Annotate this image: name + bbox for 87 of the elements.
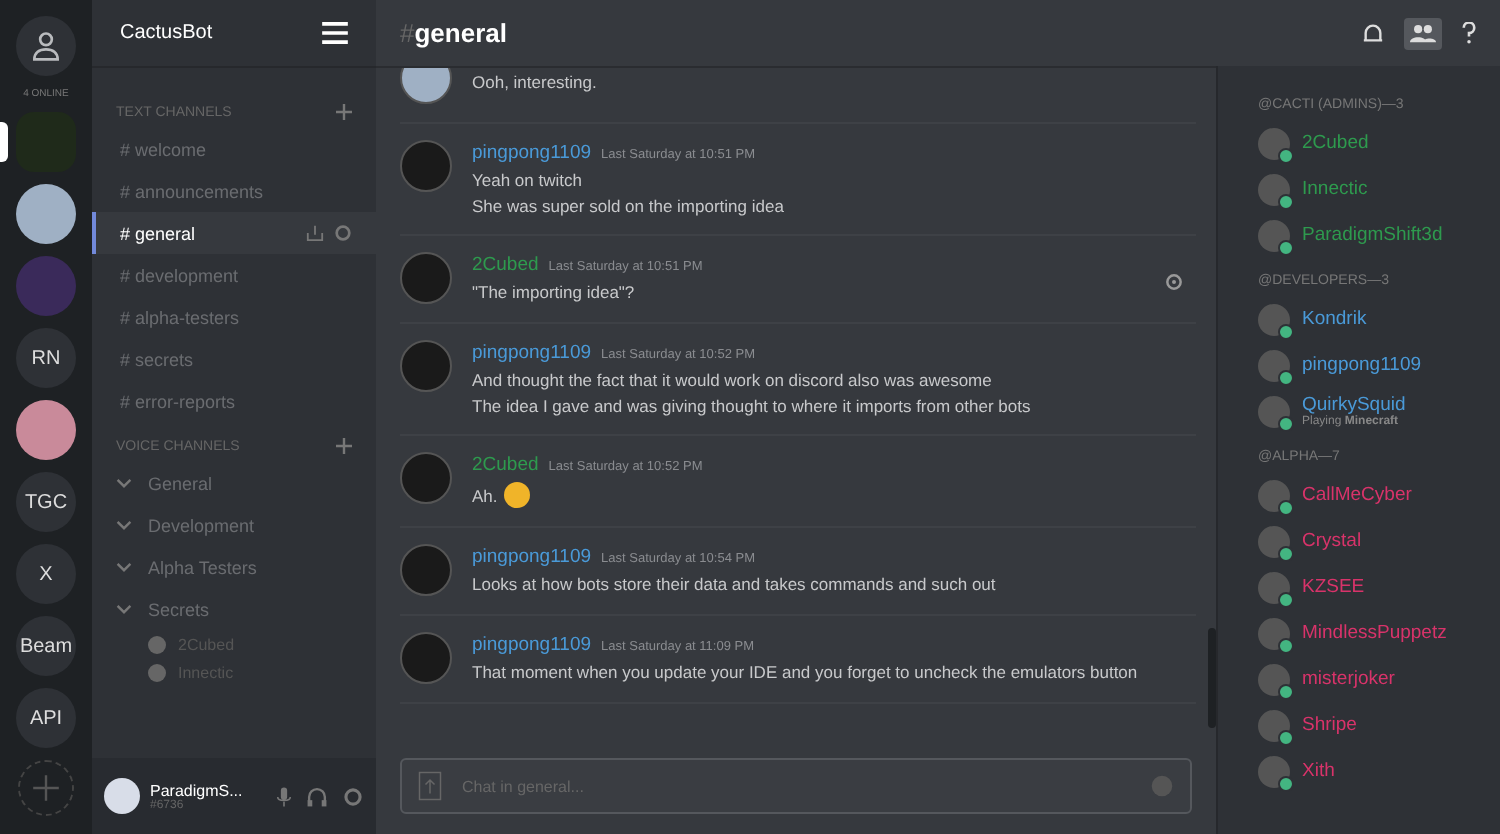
menu-icon[interactable] bbox=[322, 22, 348, 44]
chevron-icon bbox=[116, 562, 132, 572]
server-name: CactusBot bbox=[120, 22, 213, 44]
server-button[interactable]: Beam bbox=[16, 616, 76, 676]
avatar bbox=[104, 778, 140, 814]
add-server-button[interactable] bbox=[18, 760, 74, 816]
member-name[interactable]: MindlessPuppetz bbox=[1302, 622, 1447, 644]
member-name[interactable]: pingpong1109 bbox=[1302, 354, 1422, 376]
online-status-icon bbox=[1278, 415, 1294, 431]
channel-item[interactable]: # general bbox=[92, 212, 376, 254]
avatar bbox=[400, 340, 452, 392]
invite-icon[interactable] bbox=[306, 224, 324, 242]
plus-icon bbox=[30, 772, 62, 804]
avatar bbox=[400, 252, 452, 304]
channel-item[interactable]: # announcements bbox=[92, 170, 376, 212]
chevron-icon bbox=[116, 604, 132, 614]
online-status-icon bbox=[1278, 369, 1294, 385]
avatar bbox=[400, 544, 452, 596]
help-icon[interactable] bbox=[1462, 22, 1476, 44]
online-status-icon bbox=[1278, 545, 1294, 561]
member-name[interactable]: ParadigmShift3d bbox=[1302, 224, 1443, 246]
online-status-icon bbox=[1278, 239, 1294, 255]
avatar bbox=[400, 632, 452, 684]
avatar bbox=[400, 140, 452, 192]
headphones-icon[interactable] bbox=[306, 785, 328, 807]
author-name[interactable]: 2Cubed bbox=[472, 454, 539, 476]
online-status-icon bbox=[1278, 637, 1294, 653]
online-status-icon bbox=[1278, 591, 1294, 607]
message-text: Ah. bbox=[472, 485, 498, 505]
online-status-icon bbox=[1278, 729, 1294, 745]
message-text: Yeah on twitch bbox=[472, 170, 582, 190]
voice-channel[interactable]: Alpha Testers bbox=[92, 546, 376, 588]
upload-icon[interactable] bbox=[418, 770, 442, 802]
member-name[interactable]: misterjoker bbox=[1302, 668, 1395, 690]
online-status-icon bbox=[1278, 775, 1294, 791]
server-icon[interactable] bbox=[16, 400, 76, 460]
bell-icon[interactable] bbox=[1362, 22, 1384, 44]
server-icon[interactable] bbox=[16, 184, 76, 244]
message-text: The idea I gave and was giving thought to where it imports from other bots bbox=[472, 396, 1031, 416]
message-text: Ooh, interesting. bbox=[472, 72, 597, 92]
chevron-icon bbox=[116, 478, 132, 488]
message-text: "The importing idea"? bbox=[472, 282, 635, 302]
online-status-icon bbox=[1278, 147, 1294, 163]
member-name[interactable]: CallMeCyber bbox=[1302, 484, 1412, 506]
author-name[interactable]: 2Cubed bbox=[472, 254, 539, 276]
online-status-icon bbox=[1278, 683, 1294, 699]
plus-icon[interactable] bbox=[336, 104, 352, 120]
member-name[interactable]: Shripe bbox=[1302, 714, 1357, 736]
member-name[interactable]: KZSEE bbox=[1302, 576, 1365, 598]
user-name: ParadigmS... bbox=[150, 781, 245, 799]
server-button[interactable]: X bbox=[16, 544, 76, 604]
plus-icon[interactable] bbox=[336, 438, 352, 454]
channel-item[interactable]: # welcome bbox=[92, 128, 376, 170]
author-name[interactable]: pingpong1109 bbox=[472, 546, 592, 568]
member-name[interactable]: Crystal bbox=[1302, 530, 1362, 552]
voice-channel[interactable]: Development bbox=[92, 504, 376, 546]
message-text: She was super sold on the importing idea bbox=[472, 196, 784, 216]
member-name[interactable]: Innectic bbox=[1302, 178, 1368, 200]
online-status-icon bbox=[1278, 499, 1294, 515]
author-name[interactable]: pingpong1109 bbox=[472, 342, 592, 364]
message-text: That moment when you update your IDE and you forget to uncheck the emulators button bbox=[472, 662, 1138, 682]
channel-item[interactable]: # alpha-testers bbox=[92, 296, 376, 338]
member-list-button[interactable] bbox=[1404, 17, 1442, 49]
author-name[interactable]: pingpong1109 bbox=[472, 634, 592, 656]
chevron-icon bbox=[116, 520, 132, 530]
member-name[interactable]: Xith bbox=[1302, 760, 1335, 782]
member-name[interactable]: 2Cubed bbox=[1302, 132, 1369, 154]
voice-channel[interactable]: Secrets bbox=[92, 588, 376, 630]
message-text: Looks at how bots store their data and takes commands and such out bbox=[472, 574, 996, 594]
microphone-icon[interactable] bbox=[276, 785, 292, 807]
friends-button[interactable] bbox=[16, 16, 76, 76]
voice-channel[interactable]: General bbox=[92, 462, 376, 504]
member-name[interactable]: Kondrik bbox=[1302, 308, 1367, 330]
avatar bbox=[400, 452, 452, 504]
online-status-icon bbox=[1278, 193, 1294, 209]
member-name[interactable]: QuirkySquid bbox=[1302, 394, 1406, 416]
people-icon bbox=[1410, 23, 1436, 43]
channel-title: #general bbox=[400, 18, 507, 48]
online-status-icon bbox=[1278, 323, 1294, 339]
author-name[interactable]: pingpong1109 bbox=[472, 142, 592, 164]
server-button[interactable]: TGC bbox=[16, 472, 76, 532]
channel-item[interactable]: # secrets bbox=[92, 338, 376, 380]
channel-item[interactable]: # error-reports bbox=[92, 380, 376, 422]
server-button[interactable]: RN bbox=[16, 328, 76, 388]
server-button[interactable]: API bbox=[16, 688, 76, 748]
channel-item[interactable]: # development bbox=[92, 254, 376, 296]
message-text: And thought the fact that it would work on discord also was awesome bbox=[472, 370, 992, 390]
